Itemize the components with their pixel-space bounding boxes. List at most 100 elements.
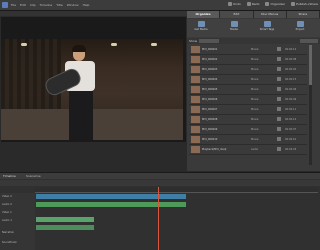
asset-row[interactable]: MVI_000004 Movie 00:00:15 [189,75,307,85]
track-label: Audio 2 [2,203,12,206]
asset-badge-icon [277,77,281,81]
asset-type: Movie [251,98,259,101]
menu-window[interactable]: Window [67,3,79,7]
smart-tags-icon [263,21,271,27]
asset-name: MVI_000007 [202,108,218,111]
timeline-panel: Timeline Sceneline Video 2 Audio 2 Video… [0,172,320,250]
asset-duration: 00:00:12 [285,48,297,51]
menu-edit[interactable]: Edit [20,3,26,7]
project-button[interactable]: Project [288,21,312,31]
asset-duration: 00:00:09 [285,98,297,101]
menu-title[interactable]: Title [56,3,62,7]
asset-badge-icon [277,67,281,71]
redo-icon [246,2,251,6]
stage-light [111,43,117,46]
asset-duration: 00:00:06 [285,88,297,91]
filter-select[interactable] [199,39,219,43]
time-ruler[interactable] [35,187,318,193]
asset-thumbnail [191,106,200,113]
asset-row[interactable]: MVI_000010 Movie 00:00:10 [189,135,307,145]
smart-tags-button[interactable]: Smart Tags [255,21,279,31]
asset-badge-icon [277,107,281,111]
narration-clip[interactable] [36,217,94,222]
organizer-icon [265,2,270,6]
asset-thumbnail [191,86,200,93]
asset-type: Movie [251,48,259,51]
asset-row[interactable]: MVI_000002 Movie 00:00:08 [189,55,307,65]
track-label: Narration [2,231,15,234]
soundtrack-clip[interactable] [36,225,94,230]
playhead[interactable] [158,187,159,250]
asset-name: MVI_000006 [202,98,218,101]
asset-badge-icon [277,47,281,51]
tab-edit[interactable]: Edit [220,11,254,18]
undo-icon [228,2,233,6]
asset-row[interactable]: Playback(MVI_dual) Audio 00:02:43 [189,145,307,155]
publish-button[interactable]: Publish+Share [291,2,318,6]
project-icon [296,21,304,27]
media-button[interactable]: Media [222,21,246,31]
asset-name: MVI_000010 [202,138,218,141]
asset-duration: 00:00:20 [285,68,297,71]
search-input[interactable] [300,39,318,43]
undo-button[interactable]: Undo [228,2,241,6]
asset-type: Audio [251,148,259,151]
menubar-actions: Undo Redo Organizer Publish+Share [228,2,318,6]
organize-subtoolbar: Get Media Media Smart Tags Project [187,19,320,37]
performer-hair [72,45,86,52]
stage-light [151,43,157,46]
asset-badge-icon [277,97,281,101]
asset-duration: 00:00:11 [285,108,297,111]
asset-scrollbar[interactable] [309,45,312,165]
media-icon [230,21,238,27]
get-media-icon [197,21,205,27]
stage-light [21,43,27,46]
app-logo-icon [2,2,8,8]
timeline-tab[interactable]: Timeline [3,174,16,178]
tab-share[interactable]: Share [286,11,320,18]
get-media-button[interactable]: Get Media [189,21,213,31]
organizer-button[interactable]: Organizer [265,2,285,6]
asset-badge-icon [277,137,281,141]
asset-thumbnail [191,146,200,153]
scrollbar-thumb[interactable] [309,45,312,85]
asset-badge-icon [277,57,281,61]
menu-clip[interactable]: Clip [30,3,36,7]
asset-row[interactable]: MVI_000003 Movie 00:00:20 [189,65,307,75]
asset-duration: 00:00:08 [285,58,297,61]
sceneline-tab[interactable]: Sceneline [26,174,41,178]
asset-duration: 00:00:10 [285,138,297,141]
asset-name: MVI_000005 [202,88,218,91]
track-label: Soundtrack [2,241,17,244]
asset-type: Movie [251,58,259,61]
publish-icon [291,2,296,6]
asset-name: MVI_000009 [202,128,218,131]
asset-duration: 00:00:15 [285,78,297,81]
organize-panel: Organize Edit Disc Menus Share Get Media… [187,11,320,171]
menu-file[interactable]: File [11,3,16,7]
menu-help[interactable]: Help [83,3,90,7]
asset-thumbnail [191,96,200,103]
asset-name: MVI_000003 [202,68,218,71]
menu-timeline[interactable]: Timeline [40,3,53,7]
tab-organize[interactable]: Organize [187,11,221,18]
tab-disc-menus[interactable]: Disc Menus [253,11,287,18]
asset-row[interactable]: MVI_000006 Movie 00:00:09 [189,95,307,105]
audio-clip[interactable] [36,202,186,207]
redo-button[interactable]: Redo [246,2,259,6]
video-preview[interactable] [1,39,183,140]
asset-name: Playback(MVI_dual) [202,148,227,151]
asset-thumbnail [191,76,200,83]
asset-type: Movie [251,88,259,91]
asset-type: Movie [251,128,259,131]
asset-row[interactable]: MVI_000005 Movie 00:00:06 [189,85,307,95]
track-label: Video 2 [2,195,12,198]
asset-row[interactable]: MVI_000008 Movie 00:00:14 [189,115,307,125]
video-clip[interactable] [36,194,186,199]
asset-list: MVI_000001 Movie 00:00:12 MVI_000002 Mov… [187,45,307,165]
asset-row[interactable]: MVI_000007 Movie 00:00:11 [189,105,307,115]
asset-row[interactable]: MVI_000009 Movie 00:00:07 [189,125,307,135]
menu-bar: File Edit Clip Timeline Title Window Hel… [0,0,320,11]
asset-type: Movie [251,138,259,141]
asset-row[interactable]: MVI_000001 Movie 00:00:12 [189,45,307,55]
